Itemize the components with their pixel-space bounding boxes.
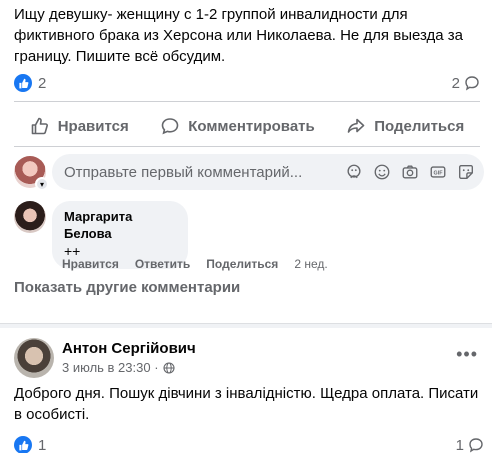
- like-count[interactable]: 1: [14, 436, 46, 453]
- comment-share-button[interactable]: Поделиться: [206, 257, 278, 271]
- share-icon: [347, 118, 365, 133]
- comment-count[interactable]: 2: [452, 75, 480, 92]
- post-author[interactable]: Антон Сергійович: [62, 340, 196, 357]
- post-actions: Нравится Комментировать Поделиться: [14, 110, 480, 142]
- composer-icons: GIF: [344, 162, 476, 182]
- show-more-comments-link[interactable]: Показать другие комментарии: [14, 279, 240, 296]
- like-button[interactable]: Нравится: [30, 116, 129, 136]
- comment-author[interactable]: Маргарита Белова: [64, 208, 176, 242]
- comment-bubble-icon: [465, 76, 479, 91]
- comment-input-box[interactable]: GIF: [52, 154, 484, 190]
- like-reaction-icon: [14, 436, 32, 453]
- thumbs-up-icon: [31, 117, 48, 135]
- more-options-icon[interactable]: •••: [456, 344, 478, 365]
- camera-icon[interactable]: [400, 162, 420, 182]
- comment-composer: ▾ GIF: [14, 153, 484, 191]
- gif-icon[interactable]: GIF: [428, 162, 448, 182]
- post-date[interactable]: 3 июль в 23:30 ·: [62, 360, 159, 375]
- avatar[interactable]: [14, 201, 46, 233]
- reactions-bar: 1 1: [14, 434, 484, 453]
- like-button-label: Нравится: [57, 117, 129, 135]
- post-meta: 3 июль в 23:30 ·: [62, 360, 175, 375]
- avatar[interactable]: [14, 338, 54, 378]
- comment-icon: [161, 118, 179, 135]
- comment-button[interactable]: Комментировать: [160, 116, 315, 136]
- post-separator: [0, 323, 492, 328]
- chevron-down-icon[interactable]: ▾: [35, 177, 49, 191]
- like-count-label: 1: [38, 436, 47, 453]
- comment-reply-button[interactable]: Ответить: [135, 257, 190, 271]
- share-button-label: Поделиться: [374, 117, 465, 135]
- svg-text:GIF: GIF: [434, 170, 444, 176]
- divider: [14, 146, 480, 147]
- comment-like-button[interactable]: Нравится: [62, 257, 119, 271]
- avatar-sticker-icon[interactable]: [344, 162, 364, 182]
- post-text: Ищу девушку- женщину с 1-2 группой инвал…: [14, 6, 464, 65]
- like-reaction-icon: [14, 74, 32, 92]
- comment-bubble-icon: [469, 438, 483, 453]
- comment-count-label: 1: [455, 436, 464, 453]
- post-header: Антон Сергійович 3 июль в 23:30 · •••: [14, 338, 482, 382]
- reactions-bar: 2 2: [14, 72, 480, 94]
- emoji-icon[interactable]: [372, 162, 392, 182]
- comment-input[interactable]: [64, 163, 344, 181]
- comment-timestamp[interactable]: 2 нед.: [294, 257, 327, 271]
- avatar[interactable]: ▾: [14, 156, 49, 191]
- divider: [14, 101, 480, 102]
- like-count[interactable]: 2: [14, 74, 46, 92]
- share-button[interactable]: Поделиться: [346, 116, 464, 136]
- comment-count[interactable]: 1: [456, 437, 484, 453]
- comment-actions: Нравится Ответить Поделиться 2 нед.: [62, 257, 328, 271]
- comment-count-label: 2: [451, 74, 460, 92]
- sticker-icon[interactable]: [456, 162, 476, 182]
- comment-button-label: Комментировать: [188, 117, 315, 135]
- post-text: Доброго дня. Пошук дівчини з інвалідніст…: [14, 385, 479, 423]
- like-count-label: 2: [38, 74, 47, 92]
- globe-icon: [162, 361, 175, 374]
